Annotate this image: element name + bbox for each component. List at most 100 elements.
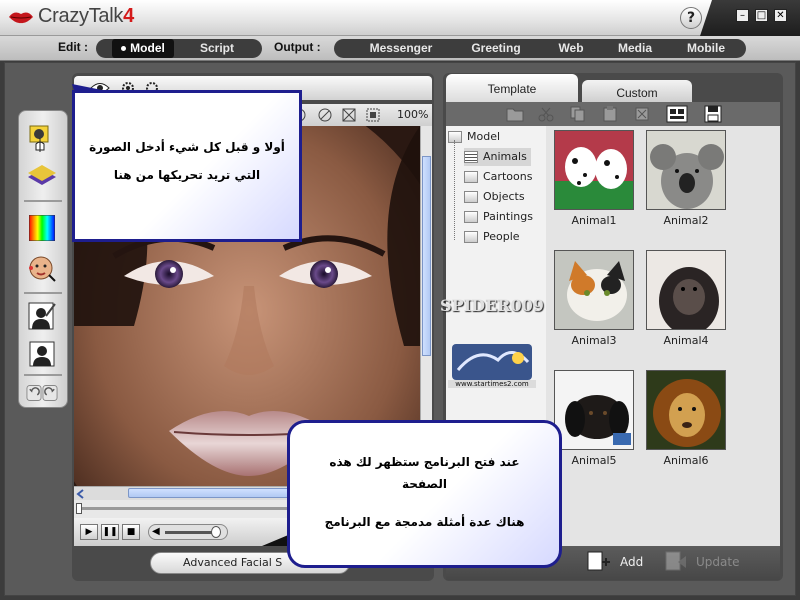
callout-bottom-line3: هناك عدة أمثلة مدمجة مع البرنامج bbox=[324, 515, 525, 529]
help-button[interactable]: ? bbox=[680, 7, 702, 29]
fit-view-icon[interactable] bbox=[342, 108, 356, 122]
thumbnail-animal5[interactable] bbox=[554, 370, 634, 450]
thumbnail-label: Animal4 bbox=[663, 334, 709, 347]
callout-bottom-line2: الصفحة bbox=[401, 477, 447, 491]
import-image-icon[interactable] bbox=[26, 124, 58, 156]
callout-bottom-line1: عند فتح البرنامج ستظهر لك هذه bbox=[329, 455, 520, 469]
toolbar-divider bbox=[24, 292, 62, 294]
model-dot-icon bbox=[121, 46, 127, 52]
tab-template[interactable]: Template bbox=[446, 74, 578, 102]
app-version: 4 bbox=[123, 5, 134, 27]
vertical-scroll-thumb[interactable] bbox=[422, 156, 431, 356]
tree-item-label: Cartoons bbox=[483, 170, 533, 183]
tab-web[interactable]: Web bbox=[546, 39, 596, 58]
speaker-icon: ◀ bbox=[152, 526, 160, 537]
folder-icon bbox=[448, 131, 462, 143]
minimize-button[interactable]: – bbox=[736, 9, 749, 22]
tree-item-label: Objects bbox=[483, 190, 525, 203]
callout-top-line1: أولا و قبل كل شيء أدخل الصورة bbox=[89, 140, 285, 154]
thumbnail-label: Animal2 bbox=[663, 214, 709, 227]
pause-button[interactable]: ❚❚ bbox=[101, 524, 119, 540]
zoom-level: 100% bbox=[397, 108, 429, 121]
add-icon bbox=[587, 551, 610, 571]
color-adjust-icon[interactable] bbox=[26, 212, 58, 244]
folder-icon bbox=[464, 211, 478, 223]
tab-script[interactable]: Script bbox=[184, 39, 250, 58]
app-name: CrazyTalk bbox=[38, 5, 124, 27]
thumbnail-animal1[interactable] bbox=[554, 130, 634, 210]
watermark-text: SPIDER009 bbox=[440, 296, 544, 315]
volume-slider[interactable]: ◀ bbox=[148, 524, 228, 540]
toolbar-divider bbox=[24, 200, 62, 202]
stop-button[interactable]: ■ bbox=[122, 524, 140, 540]
tree-line bbox=[454, 140, 455, 240]
callout-top: أولا و قبل كل شيء أدخل الصورة التي تريد … bbox=[72, 90, 302, 242]
callout-spacer bbox=[290, 495, 559, 511]
maximize-button[interactable]: □ bbox=[755, 9, 768, 22]
tree-item-paintings[interactable]: Paintings bbox=[464, 208, 533, 226]
thumbnail-animal2[interactable] bbox=[646, 130, 726, 210]
delete-icon[interactable] bbox=[634, 106, 650, 122]
thumbnail-animal6[interactable] bbox=[646, 370, 726, 450]
add-button-label[interactable]: Add bbox=[620, 555, 643, 569]
thumbnail-animal4[interactable] bbox=[646, 250, 726, 330]
lips-logo-icon bbox=[9, 12, 33, 24]
thumbnail-label: Animal1 bbox=[571, 214, 617, 227]
tree-root[interactable]: Model bbox=[448, 128, 500, 146]
add-button[interactable] bbox=[586, 550, 612, 574]
stop-icon: ■ bbox=[126, 527, 136, 537]
cut-icon[interactable] bbox=[538, 106, 554, 122]
update-button-label[interactable]: Update bbox=[696, 555, 739, 569]
thumbnail-label: Animal3 bbox=[571, 334, 617, 347]
tab-model[interactable]: Model bbox=[112, 39, 174, 58]
tree-item-animals[interactable]: Animals bbox=[464, 148, 531, 166]
tree-item-cartoons[interactable]: Cartoons bbox=[464, 168, 532, 186]
app-title: CrazyTalk4 bbox=[38, 5, 134, 28]
play-button[interactable]: ▶ bbox=[80, 524, 98, 540]
scroll-left-icon[interactable] bbox=[76, 489, 86, 499]
face-fitting-icon[interactable] bbox=[26, 252, 58, 284]
pause-icon: ❚❚ bbox=[102, 527, 118, 537]
volume-handle[interactable] bbox=[211, 526, 221, 538]
play-icon: ▶ bbox=[85, 527, 93, 537]
image-stack-icon[interactable] bbox=[26, 162, 58, 186]
undo-redo-icon[interactable] bbox=[26, 380, 58, 406]
toolbar-divider bbox=[24, 374, 62, 376]
tab-messenger[interactable]: Messenger bbox=[356, 39, 446, 58]
tree-item-label: Paintings bbox=[483, 210, 533, 223]
watermark-site: www.startimes2.com bbox=[448, 380, 536, 388]
list-icon bbox=[464, 151, 478, 163]
background-mask-icon[interactable] bbox=[26, 338, 58, 370]
tab-media[interactable]: Media bbox=[604, 39, 666, 58]
tab-custom[interactable]: Custom bbox=[582, 80, 692, 102]
edit-label: Edit : bbox=[58, 40, 88, 54]
view-mode-icon[interactable] bbox=[666, 105, 688, 123]
output-label: Output : bbox=[274, 40, 321, 54]
thumbnail-animal3[interactable] bbox=[554, 250, 634, 330]
save-icon[interactable] bbox=[704, 105, 722, 123]
timeline-handle[interactable] bbox=[76, 503, 82, 514]
paste-icon[interactable] bbox=[602, 106, 618, 122]
open-folder-icon[interactable] bbox=[506, 106, 524, 122]
update-button[interactable] bbox=[664, 550, 690, 574]
close-button[interactable]: ✕ bbox=[774, 9, 787, 22]
actual-size-icon[interactable] bbox=[366, 108, 380, 122]
tree-item-people[interactable]: People bbox=[464, 228, 520, 246]
library-toolbar bbox=[446, 102, 780, 126]
folder-icon bbox=[464, 191, 478, 203]
no-entry-icon[interactable] bbox=[318, 108, 332, 122]
mask-edit-icon[interactable] bbox=[26, 300, 58, 332]
copy-icon[interactable] bbox=[570, 106, 586, 122]
tab-mobile[interactable]: Mobile bbox=[674, 39, 738, 58]
thumbnail-grid: Animal1 Animal2 Animal3 Animal4 Animal5 … bbox=[546, 126, 780, 546]
callout-top-line2: التي تريد تحريكها من هنا bbox=[113, 168, 261, 182]
folder-icon bbox=[464, 171, 478, 183]
tree-item-objects[interactable]: Objects bbox=[464, 188, 525, 206]
update-icon bbox=[665, 551, 686, 571]
tree-item-label: People bbox=[483, 230, 520, 243]
tree-item-label: Animals bbox=[483, 150, 527, 163]
folder-icon bbox=[464, 231, 478, 243]
tab-greeting[interactable]: Greeting bbox=[456, 39, 536, 58]
thumbnail-label: Animal5 bbox=[571, 454, 617, 467]
tree-root-label: Model bbox=[467, 130, 501, 143]
